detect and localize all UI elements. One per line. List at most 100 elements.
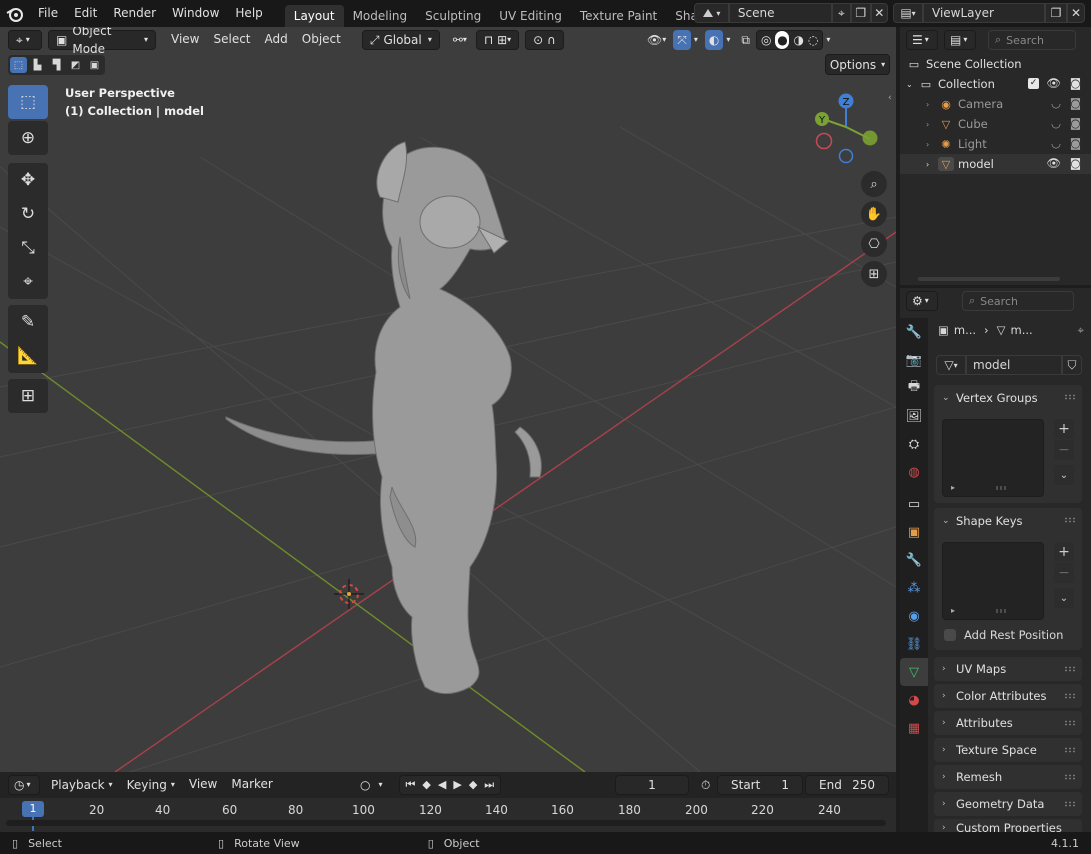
menu-object[interactable]: Object — [295, 30, 348, 50]
tab-modeling[interactable]: Modeling — [344, 5, 417, 27]
solid-shading-icon[interactable]: ● — [775, 31, 790, 49]
orientation-dropdown[interactable]: ⤢ Global ▾ — [361, 30, 440, 50]
outliner-item-model[interactable]: › ▽ model 👁 ◙ — [900, 154, 1091, 174]
list-filter-icon[interactable]: ▸ — [951, 606, 955, 615]
remove-vertex-group-icon[interactable]: − — [1054, 440, 1074, 460]
playback-dropdown[interactable]: Playback ▾ — [44, 775, 120, 795]
navigation-gizmo[interactable]: Y Z — [808, 89, 884, 165]
stopwatch-icon[interactable]: ⏱ — [694, 775, 717, 795]
view-layer-tab-icon[interactable]: 🖼 — [900, 402, 928, 430]
texture-space-panel[interactable]: › Texture Space — [934, 738, 1082, 762]
select-intersect-icon[interactable]: ▣ — [86, 57, 103, 73]
uv-maps-panel[interactable]: › UV Maps — [934, 657, 1082, 681]
3d-cursor-icon[interactable] — [334, 579, 364, 609]
outliner-item-light[interactable]: › ✺ Light ◡ ◙ — [900, 134, 1091, 154]
proportional-edit-icon[interactable]: ⊙ ∩ — [525, 30, 564, 50]
shape-keys-panel-header[interactable]: ⌄ Shape Keys — [934, 508, 1082, 534]
mode-dropdown[interactable]: ▣ Object Mode ▾ — [48, 27, 156, 56]
end-frame-field[interactable]: End 250 — [805, 775, 889, 795]
new-scene-icon[interactable]: ❐ — [851, 3, 871, 23]
gizmo-dropdown-icon[interactable]: ▾ — [691, 30, 701, 50]
remove-shape-key-icon[interactable]: − — [1054, 563, 1074, 583]
tab-layout[interactable]: Layout — [284, 4, 344, 27]
playhead[interactable]: 1 — [22, 801, 44, 817]
checkbox-icon[interactable]: ✓ — [1028, 78, 1039, 89]
pin-icon[interactable]: ⌖ — [1078, 323, 1084, 338]
view-layer-browse-button[interactable]: ▤ ▾ — [893, 3, 923, 23]
eye-closed-icon[interactable]: ◡ — [1051, 116, 1061, 130]
drag-handle-icon[interactable] — [1064, 720, 1076, 726]
data-tab-icon[interactable]: ▽ — [900, 658, 928, 686]
tab-texture-paint[interactable]: Texture Paint — [571, 5, 666, 27]
particles-tab-icon[interactable]: ⁂ — [900, 574, 928, 602]
options-dropdown[interactable]: Options ▾ — [825, 54, 890, 75]
camera-render-icon[interactable]: ◙ — [1070, 116, 1081, 130]
outliner-editor-type-icon[interactable]: ☰ ▾ — [906, 30, 938, 50]
color-attributes-panel[interactable]: › Color Attributes — [934, 684, 1082, 708]
shading-dropdown-icon[interactable]: ▾ — [823, 30, 833, 50]
vertex-groups-panel-header[interactable]: ⌄ Vertex Groups — [934, 385, 1082, 411]
camera-render-icon[interactable]: ◙ — [1070, 156, 1081, 170]
move-tool-icon[interactable]: ✥ — [8, 163, 48, 197]
tool-tab-icon[interactable]: 🔧 — [900, 318, 928, 346]
add-rest-position-checkbox[interactable]: Add Rest Position — [944, 628, 1063, 642]
scene-tab-icon[interactable]: ⛭ — [900, 430, 928, 458]
overlay-dropdown-icon[interactable]: ▾ — [723, 30, 733, 50]
add-cube-tool-icon[interactable]: ⊞ — [8, 379, 48, 413]
wireframe-shading-icon[interactable]: ◎ — [761, 31, 771, 49]
collection-tab-icon[interactable]: ▭ — [900, 490, 928, 518]
camera-render-icon[interactable]: ◙ — [1070, 96, 1081, 110]
eye-icon[interactable]: 👁 — [1046, 76, 1061, 90]
camera-view-icon[interactable]: ⎔ — [861, 231, 887, 257]
render-tab-icon[interactable]: 📷 — [900, 346, 928, 374]
add-shape-key-icon[interactable]: + — [1054, 542, 1074, 562]
vertex-groups-list[interactable]: ▸ — [942, 419, 1044, 497]
vertex-group-specials-icon[interactable]: ⌄ — [1054, 465, 1074, 485]
timeline-editor-type-icon[interactable]: ◷ ▾ — [8, 775, 40, 795]
drag-handle-icon[interactable] — [1064, 774, 1076, 780]
tab-sculpting[interactable]: Sculpting — [416, 5, 490, 27]
fake-user-shield-icon[interactable]: ⛉ — [1062, 355, 1082, 375]
drag-handle-icon[interactable] — [1064, 747, 1076, 753]
gizmo-toggle-icon[interactable]: ⤧ — [673, 30, 691, 50]
collapse-icon[interactable]: ⌄ — [906, 80, 918, 89]
camera-render-icon[interactable]: ◙ — [1070, 76, 1081, 90]
menu-add[interactable]: Add — [258, 30, 295, 50]
rotate-tool-icon[interactable]: ↻ — [8, 197, 48, 231]
blender-logo-icon[interactable] — [0, 6, 30, 22]
keying-set-dropdown-icon[interactable]: ▾ — [374, 775, 386, 795]
editor-type-button[interactable]: ⌖ ▾ — [8, 30, 42, 50]
scale-tool-icon[interactable]: ⤡ — [8, 231, 48, 265]
shape-key-specials-icon[interactable]: ⌄ — [1054, 588, 1074, 608]
measure-tool-icon[interactable]: 📐 — [8, 339, 48, 373]
drag-handle-icon[interactable] — [1064, 693, 1076, 699]
camera-render-icon[interactable]: ◙ — [1070, 136, 1081, 150]
list-filter-icon[interactable]: ▸ — [951, 483, 955, 492]
zoom-icon[interactable]: ⌕ — [861, 171, 887, 197]
pivot-point-icon[interactable]: ⚯ ▾ — [446, 30, 474, 50]
visibility-icon[interactable]: 👁 ▾ — [640, 30, 673, 50]
close-icon[interactable]: ✕ — [870, 3, 888, 23]
timeline-menu-view[interactable]: View — [182, 775, 224, 795]
display-mode-icon[interactable]: ▤ ▾ — [944, 30, 976, 50]
timeline-menu-marker[interactable]: Marker — [224, 775, 279, 795]
properties-search-input[interactable]: ⌕ Search — [962, 291, 1074, 311]
cursor-tool-icon[interactable]: ⊕ — [8, 121, 48, 155]
select-extend-icon[interactable]: ▙ — [29, 57, 46, 73]
3d-viewport[interactable]: ⌖ ▾ ▣ Object Mode ▾ View Select Add Objec… — [0, 27, 896, 772]
expand-icon[interactable]: › — [926, 100, 938, 109]
auto-keying-icon[interactable]: ○ — [356, 775, 374, 795]
view-layer-name-field[interactable]: ViewLayer — [923, 3, 1045, 23]
jump-start-icon[interactable]: ⏮ — [406, 776, 416, 794]
new-view-layer-icon[interactable]: ❐ — [1045, 3, 1067, 23]
menu-edit[interactable]: Edit — [66, 0, 105, 27]
add-vertex-group-icon[interactable]: + — [1054, 419, 1074, 439]
next-keyframe-icon[interactable]: ◆ — [469, 776, 477, 794]
timeline-scrollbar[interactable] — [6, 820, 886, 826]
mesh-browse-button[interactable]: ▽ ▾ — [936, 355, 966, 375]
xray-toggle-icon[interactable]: ⧉ — [737, 30, 754, 50]
scene-browse-button[interactable]: ▾ — [694, 3, 729, 23]
list-resize-icon[interactable] — [995, 609, 1007, 613]
scene-collection-row[interactable]: ▭ Scene Collection — [900, 54, 1091, 74]
play-reverse-icon[interactable]: ◀ — [438, 776, 446, 794]
